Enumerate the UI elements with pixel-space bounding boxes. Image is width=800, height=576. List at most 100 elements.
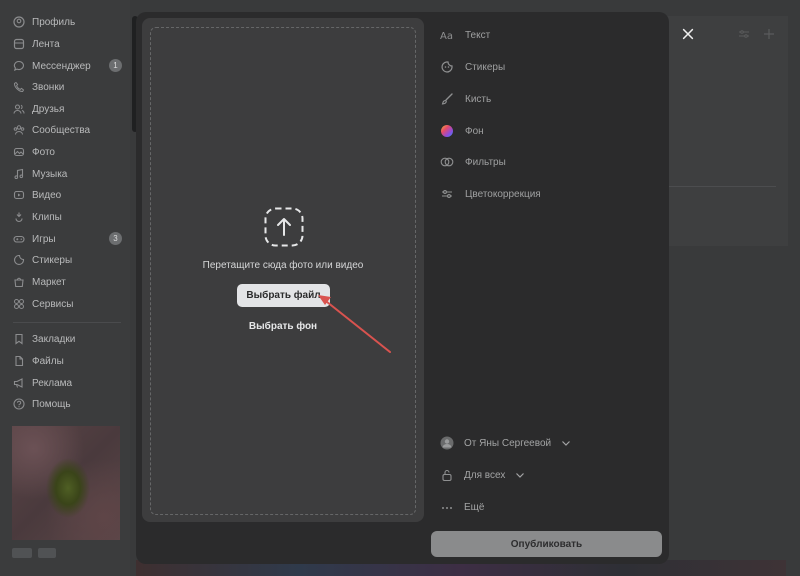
sidebar-item-label: Музыка <box>32 168 68 180</box>
author-label: От Яны Сергеевой <box>464 437 552 449</box>
tool-label: Цветокоррекция <box>465 188 541 200</box>
sidebar-item-label: Профиль <box>32 16 76 28</box>
sidebar-item-communities[interactable]: Сообщества <box>13 120 90 140</box>
tool-text[interactable]: Aa Текст <box>440 26 490 44</box>
drop-hint-text: Перетащите сюда фото или видео <box>202 260 364 271</box>
more-dots-icon <box>440 500 454 514</box>
sidebar-item-label: Звонки <box>32 81 65 93</box>
tool-stickers[interactable]: Стикеры <box>440 58 505 76</box>
sidebar-item-label: Клипы <box>32 211 62 223</box>
sidebar-item-label: Помощь <box>32 398 71 410</box>
newsfeed-icon <box>13 38 25 50</box>
sidebar-item-label: Мессенджер <box>32 60 91 72</box>
chevron-down-icon <box>562 441 571 446</box>
music-icon <box>13 168 25 180</box>
sidebar-item-label: Закладки <box>32 333 76 345</box>
bookmark-icon <box>13 333 25 345</box>
sidebar-footer-placeholder <box>38 548 56 558</box>
sidebar-item-label: Фото <box>32 146 55 158</box>
color-wheel-icon <box>440 124 454 138</box>
megaphone-icon <box>13 377 25 389</box>
user-circle-icon <box>13 16 25 28</box>
sidebar-item-services[interactable]: Сервисы <box>13 294 73 314</box>
tool-background[interactable]: Фон <box>440 122 484 140</box>
more-menu[interactable]: Ещё <box>440 498 484 516</box>
more-label: Ещё <box>464 501 485 513</box>
close-icon <box>682 28 694 40</box>
tool-label: Кисть <box>465 93 492 105</box>
tool-color-correction[interactable]: Цветокоррекция <box>440 185 541 203</box>
sidebar-item-ads[interactable]: Реклама <box>13 373 72 393</box>
background-right-panel <box>660 16 788 246</box>
sidebar-item-help[interactable]: Помощь <box>13 394 71 414</box>
background-divider <box>668 186 776 187</box>
close-button[interactable] <box>680 26 696 42</box>
tool-brush[interactable]: Кисть <box>440 90 491 108</box>
tool-label: Фильтры <box>465 156 506 168</box>
photo-icon <box>13 146 25 158</box>
sidebar-item-label: Реклама <box>32 377 73 389</box>
games-count-badge: 3 <box>109 232 122 245</box>
sidebar-item-profile[interactable]: Профиль <box>13 12 75 32</box>
sidebar-item-label: Маркет <box>32 276 66 288</box>
publish-button[interactable]: Опубликовать <box>431 531 662 557</box>
sliders-icon <box>739 30 749 38</box>
plus-icon <box>764 29 774 39</box>
sidebar-item-label: Стикеры <box>32 254 73 266</box>
sidebar-item-files[interactable]: Файлы <box>13 351 64 371</box>
sidebar-item-feed[interactable]: Лента <box>13 34 60 54</box>
stickers-icon <box>13 254 25 266</box>
avatar <box>440 436 454 450</box>
friends-icon <box>13 103 25 115</box>
communities-icon <box>13 124 25 136</box>
tool-label: Стикеры <box>465 61 506 73</box>
sidebar-item-label: Игры <box>32 233 56 245</box>
sidebar-item-messenger[interactable]: Мессенджер <box>13 56 91 76</box>
services-icon <box>13 298 25 310</box>
choose-background-link[interactable]: Выбрать фон <box>150 321 416 332</box>
sidebar-item-label: Лента <box>32 38 60 50</box>
text-aa-icon: Aa <box>440 28 454 42</box>
tool-label: Фон <box>465 125 484 137</box>
tool-label: Текст <box>465 29 491 41</box>
sidebar-item-label: Видео <box>32 189 62 201</box>
author-selector[interactable]: От Яны Сергеевой <box>440 434 571 452</box>
sidebar-item-market[interactable]: Маркет <box>13 272 66 292</box>
sidebar-item-friends[interactable]: Друзья <box>13 99 64 119</box>
help-icon <box>13 398 25 410</box>
privacy-selector[interactable]: Для всех <box>440 466 525 484</box>
sidebar-item-games[interactable]: Игры <box>13 229 56 249</box>
privacy-label: Для всех <box>464 469 506 481</box>
sidebar-item-bookmarks[interactable]: Закладки <box>13 329 75 349</box>
sidebar-item-clips[interactable]: Клипы <box>13 207 62 227</box>
sticker-icon <box>440 60 454 74</box>
tool-filters[interactable]: Фильтры <box>440 153 506 171</box>
sidebar-item-video[interactable]: Видео <box>13 185 61 205</box>
sidebar-item-label: Сообщества <box>32 124 91 136</box>
sidebar-item-label: Файлы <box>32 355 64 367</box>
file-icon <box>13 355 25 367</box>
adjust-sliders-icon <box>440 187 454 201</box>
sidebar-item-photos[interactable]: Фото <box>13 142 55 162</box>
sidebar-item-label: Друзья <box>32 103 65 115</box>
sidebar-divider <box>13 322 121 323</box>
phone-icon <box>13 81 25 93</box>
filters-icon <box>440 155 454 169</box>
brush-icon <box>440 92 454 106</box>
sidebar-photo-thumbnail[interactable] <box>12 426 120 540</box>
message-icon <box>13 60 25 72</box>
svg-text:Aa: Aa <box>440 31 453 42</box>
upload-arrow-icon <box>264 207 304 247</box>
sidebar-item-music[interactable]: Музыка <box>13 164 67 184</box>
lock-icon <box>440 468 454 482</box>
messenger-count-badge: 1 <box>109 59 122 72</box>
sidebar-item-label: Сервисы <box>32 298 74 310</box>
choose-file-button[interactable]: Выбрать файл <box>237 284 330 307</box>
drop-zone[interactable] <box>150 27 416 515</box>
sidebar-item-calls[interactable]: Звонки <box>13 77 64 97</box>
chevron-down-icon <box>516 473 525 478</box>
video-icon <box>13 189 25 201</box>
sidebar-item-stickers[interactable]: Стикеры <box>13 250 72 270</box>
sidebar-footer-placeholder <box>12 548 32 558</box>
left-sidebar: Профиль Лента Мессенджер 1 Звонки Друзья… <box>0 0 130 576</box>
